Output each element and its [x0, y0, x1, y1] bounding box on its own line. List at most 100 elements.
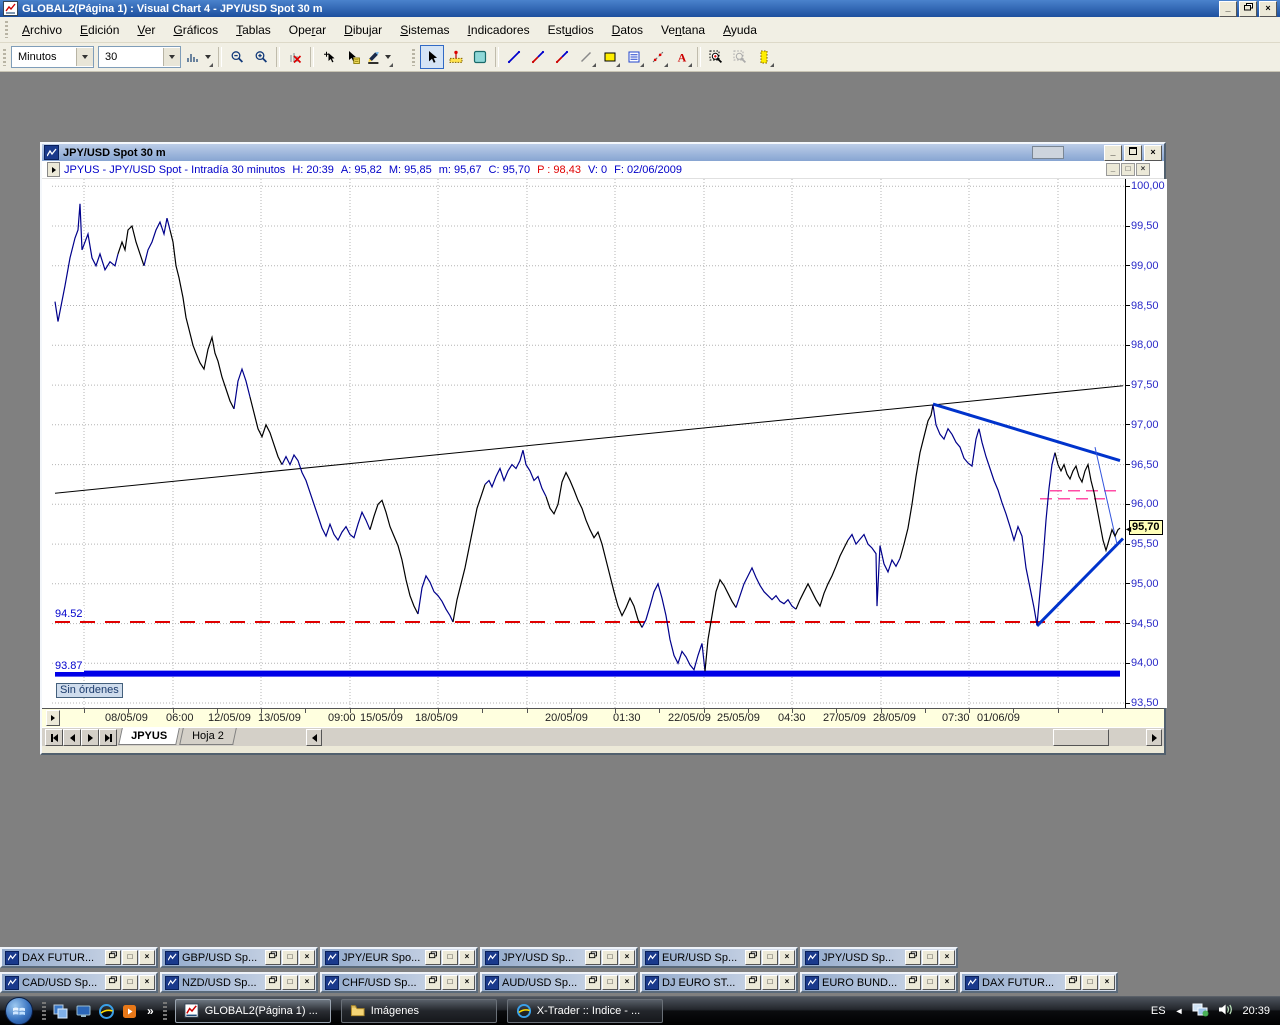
measure-pin-button[interactable]	[444, 45, 468, 69]
chart-window-titlebar[interactable]: JPY/USD Spot 30 m _ ×	[42, 144, 1164, 161]
sheet-tab-hoja2[interactable]: Hoja 2	[179, 728, 236, 745]
chart-close-button[interactable]: ×	[1144, 145, 1162, 161]
toolbar-grip[interactable]	[2, 49, 7, 66]
minimized-window-jpyusdsp[interactable]: JPY/USD Sp...□×	[480, 947, 638, 968]
zoom-in-button[interactable]	[249, 45, 273, 69]
minimized-window-gbpusdsp[interactable]: GBP/USD Sp...□×	[160, 947, 318, 968]
next-sheet-button[interactable]	[81, 729, 99, 746]
first-sheet-button[interactable]	[45, 729, 63, 746]
info-expand-button[interactable]	[47, 162, 60, 177]
menu-item-edicin[interactable]: Edición	[71, 20, 128, 40]
maximize-button[interactable]: □	[922, 975, 938, 990]
draw-rect-button[interactable]	[598, 45, 622, 69]
taskbar-button-imgenes[interactable]: Imágenes	[341, 999, 497, 1023]
close-button[interactable]: ×	[1099, 975, 1115, 990]
window-switcher-icon[interactable]	[51, 1002, 70, 1021]
crosshair-pointer-button[interactable]	[317, 45, 341, 69]
restore-button[interactable]	[905, 950, 921, 965]
minimized-window-cadusdsp[interactable]: CAD/USD Sp...□×	[0, 972, 158, 993]
close-button[interactable]: ×	[619, 975, 635, 990]
chart-type-button[interactable]	[185, 45, 215, 69]
draw-line-button[interactable]	[502, 45, 526, 69]
menu-item-ventana[interactable]: Ventana	[652, 20, 714, 40]
restore-button[interactable]	[745, 975, 761, 990]
restore-button[interactable]	[1065, 975, 1081, 990]
tray-collapse-icon[interactable]: ◄	[1175, 1006, 1184, 1016]
language-indicator[interactable]: ES	[1151, 1005, 1166, 1017]
child-close-button[interactable]: ×	[1136, 163, 1150, 176]
network-icon[interactable]	[1192, 1003, 1209, 1020]
close-button[interactable]: ×	[939, 950, 955, 965]
column-highlight-button[interactable]	[752, 45, 776, 69]
maximize-button[interactable]: □	[602, 975, 618, 990]
close-button[interactable]: ×	[459, 975, 475, 990]
toolbar-grip[interactable]	[411, 49, 416, 66]
menu-item-ayuda[interactable]: Ayuda	[714, 20, 766, 40]
zoom-region-button[interactable]	[704, 45, 728, 69]
menu-item-operar[interactable]: Operar	[280, 20, 335, 40]
maximize-button[interactable]: □	[442, 950, 458, 965]
restore-button[interactable]	[105, 950, 121, 965]
menu-item-datos[interactable]: Datos	[603, 20, 652, 40]
restore-button[interactable]	[745, 950, 761, 965]
period-combo[interactable]: Minutos	[11, 46, 94, 68]
close-button[interactable]: ×	[779, 975, 795, 990]
child-maximize-button[interactable]: □	[1121, 163, 1135, 176]
child-minimize-button[interactable]: _	[1106, 163, 1120, 176]
menu-item-archivo[interactable]: Archivo	[13, 20, 71, 40]
time-axis[interactable]: 08/05/0906:0012/05/0913/05/0909:0015/05/…	[42, 708, 1164, 727]
chart-minimize-button[interactable]: _	[1104, 145, 1122, 161]
highlighter-button[interactable]	[365, 45, 395, 69]
last-sheet-button[interactable]	[99, 729, 117, 746]
show-desktop-icon[interactable]	[74, 1002, 93, 1021]
maximize-button[interactable]: □	[282, 975, 298, 990]
hscroll-right-button[interactable]	[1146, 729, 1162, 746]
chart-maximize-button[interactable]	[1124, 145, 1142, 161]
minimized-window-jpyusdsp[interactable]: JPY/USD Sp...□×	[800, 947, 958, 968]
restore-button[interactable]	[585, 975, 601, 990]
minimized-window-daxfutur[interactable]: DAX FUTUR...□×	[0, 947, 158, 968]
minimized-window-daxfutur[interactable]: DAX FUTUR...□×	[960, 972, 1118, 993]
maximize-button[interactable]: □	[442, 975, 458, 990]
restore-button[interactable]	[425, 975, 441, 990]
close-button[interactable]: ×	[139, 950, 155, 965]
minimize-button[interactable]: _	[1219, 1, 1237, 17]
pointer-note-button[interactable]	[341, 45, 365, 69]
prev-sheet-button[interactable]	[63, 729, 81, 746]
price-axis[interactable]: 100,0099,5099,0098,5098,0097,5097,0096,5…	[1125, 179, 1167, 708]
tab-scroll-left-button[interactable]	[306, 729, 322, 746]
quicklaunch-grip[interactable]	[42, 1002, 46, 1020]
taskbar-button-global2pgina1[interactable]: GLOBAL2(Página 1) ...	[175, 999, 331, 1023]
menu-item-ver[interactable]: Ver	[128, 20, 164, 40]
close-button[interactable]: ×	[299, 950, 315, 965]
minimized-window-eurobund[interactable]: EURO BUND...□×	[800, 972, 958, 993]
quicklaunch-overflow-chevron[interactable]: »	[147, 1004, 154, 1018]
minimized-window-audusdsp[interactable]: AUD/USD Sp...□×	[480, 972, 638, 993]
close-button[interactable]: ×	[1259, 1, 1277, 17]
maximize-button[interactable]: □	[122, 950, 138, 965]
select-pointer-button[interactable]	[420, 45, 444, 69]
chevron-down-icon[interactable]	[76, 48, 93, 66]
menu-item-estudios[interactable]: Estudios	[539, 20, 603, 40]
menu-item-indicadores[interactable]: Indicadores	[459, 20, 539, 40]
restore-button[interactable]	[265, 950, 281, 965]
draw-text-box-button[interactable]	[622, 45, 646, 69]
menu-item-dibujar[interactable]: Dibujar	[335, 20, 391, 40]
chevron-down-icon[interactable]	[163, 48, 180, 66]
maximize-button[interactable]: □	[122, 975, 138, 990]
close-button[interactable]: ×	[619, 950, 635, 965]
maximize-button[interactable]: □	[1082, 975, 1098, 990]
restore-button[interactable]	[905, 975, 921, 990]
hscroll-thumb[interactable]	[1053, 729, 1109, 746]
taskbar-button-xtraderindice[interactable]: X-Trader :: Indice - ...	[507, 999, 663, 1023]
clock[interactable]: 20:39	[1242, 1005, 1270, 1017]
minimized-window-djeurost[interactable]: DJ EURO ST...□×	[640, 972, 798, 993]
minimized-window-eurusdsp[interactable]: EUR/USD Sp...□×	[640, 947, 798, 968]
volume-icon[interactable]	[1218, 1003, 1233, 1019]
close-button[interactable]: ×	[299, 975, 315, 990]
internet-explorer-icon[interactable]	[97, 1002, 116, 1021]
minimized-window-nzdusdsp[interactable]: NZD/USD Sp...□×	[160, 972, 318, 993]
maximize-button[interactable]: □	[282, 950, 298, 965]
restore-button[interactable]	[585, 950, 601, 965]
sheet-tab-jpyus[interactable]: JPYUS	[118, 728, 180, 745]
